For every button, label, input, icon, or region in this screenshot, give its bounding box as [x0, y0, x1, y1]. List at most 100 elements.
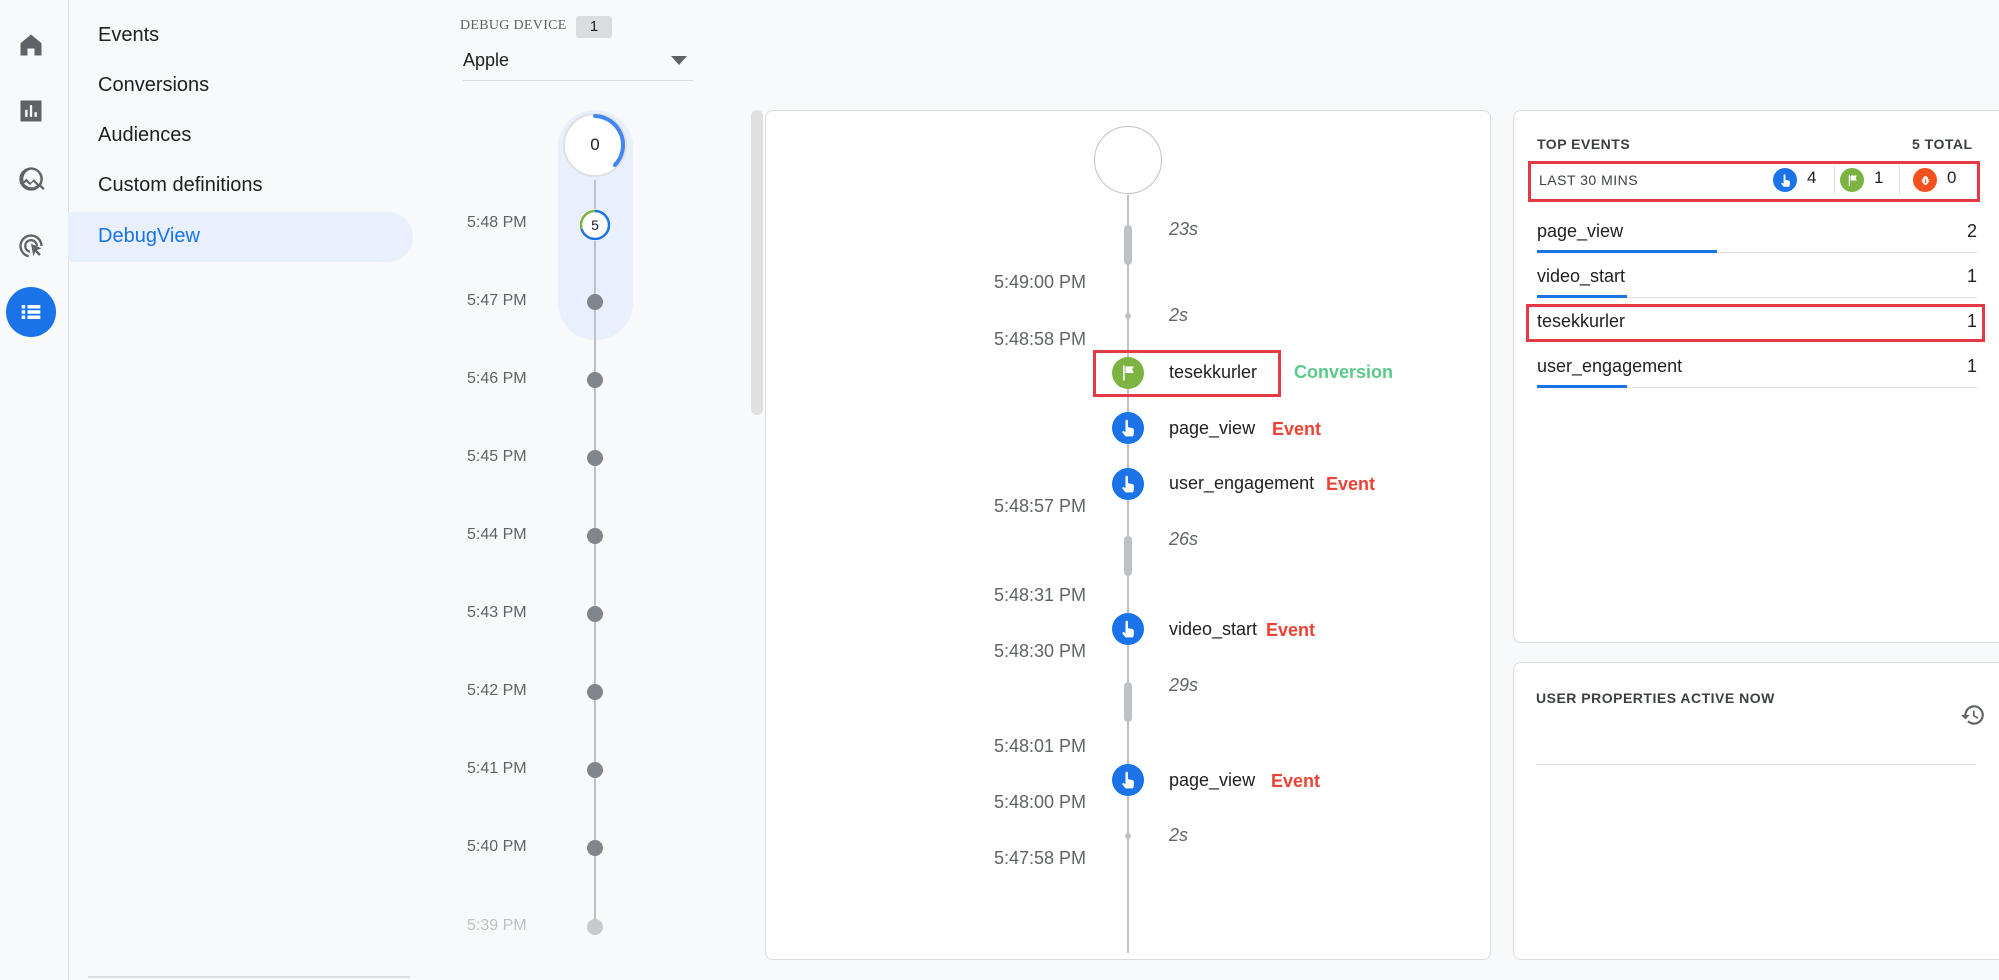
user-properties-card	[1513, 662, 1999, 960]
divider	[1834, 166, 1835, 194]
minute-dot[interactable]	[587, 294, 603, 310]
event-icon[interactable]	[1112, 613, 1144, 645]
event-timestamp: 5:48:01 PM	[993, 736, 1086, 756]
event-timestamp: 5:48:57 PM	[993, 496, 1086, 516]
event-timestamp: 5:48:58 PM	[993, 329, 1086, 349]
top-event-name[interactable]: video_start	[1537, 266, 1625, 287]
minute-label: 5:42 PM	[467, 682, 527, 699]
home-icon[interactable]	[10, 24, 52, 66]
event-icon[interactable]	[1112, 764, 1144, 796]
gap-duration: 2s	[1169, 305, 1189, 325]
user-properties-divider	[1536, 764, 1976, 765]
icon-rail	[0, 0, 69, 980]
advertising-icon[interactable]	[10, 225, 52, 267]
gap-duration: 2s	[1169, 825, 1189, 845]
minute-dot[interactable]	[587, 528, 603, 544]
event-type-label: Event	[1326, 474, 1376, 494]
event-timestamp: 5:48:00 PM	[993, 792, 1086, 812]
event-name[interactable]: tesekkurler	[1169, 362, 1257, 383]
debug-device-count-badge: 1	[576, 16, 612, 38]
conversion-count: 1	[1874, 168, 1884, 187]
debug-device-label: DEBUG DEVICE	[460, 18, 567, 33]
debug-device-value: Apple	[463, 50, 510, 70]
history-icon[interactable]	[1960, 702, 1986, 728]
gap-marker	[1124, 536, 1132, 576]
top-event-name[interactable]: tesekkurler	[1537, 311, 1625, 332]
user-properties-title: USER PROPERTIES ACTIVE NOW	[1536, 690, 1775, 706]
minute-label: 5:47 PM	[467, 292, 527, 309]
minute-dot[interactable]	[587, 919, 603, 935]
minute-label: 5:46 PM	[467, 370, 527, 387]
event-name[interactable]: user_engagement	[1169, 473, 1314, 494]
touch-icon	[1122, 771, 1134, 789]
touch-icon	[1122, 475, 1134, 493]
gap-duration: 26s	[1169, 529, 1199, 549]
event-icon[interactable]	[1112, 468, 1144, 500]
touch-icon	[1780, 173, 1790, 187]
flag-icon	[1123, 365, 1134, 381]
debug-device-select[interactable]: Apple	[463, 48, 693, 81]
minute-dot[interactable]	[587, 840, 603, 856]
minute-dot[interactable]	[587, 762, 603, 778]
minute-dot[interactable]	[587, 684, 603, 700]
reports-icon[interactable]	[10, 90, 52, 132]
top-event-share-bar	[1537, 385, 1627, 388]
top-event-name[interactable]: page_view	[1537, 221, 1623, 242]
minute-label: 5:45 PM	[467, 448, 527, 465]
event-timestamp: 5:47:58 PM	[993, 848, 1086, 868]
top-events-total: 5 TOTAL	[1912, 136, 1973, 152]
top-event-count: 1	[1966, 356, 1977, 376]
event-icon-conversion[interactable]	[1112, 357, 1144, 389]
chevron-down-icon	[671, 56, 687, 65]
event-name[interactable]: video_start	[1169, 619, 1257, 640]
counter-progress-arc	[593, 114, 626, 167]
divider	[1899, 166, 1900, 194]
minute-label: 5:43 PM	[467, 604, 527, 621]
minute-bubble-ring	[579, 209, 611, 241]
minute-dot[interactable]	[587, 372, 603, 388]
minute-label: 5:40 PM	[467, 838, 527, 855]
top-event-count: 1	[1966, 266, 1977, 286]
nav-item-custom-definitions[interactable]: Custom definitions	[98, 174, 263, 197]
top-events-title: TOP EVENTS	[1537, 136, 1631, 152]
nav-item-events[interactable]: Events	[98, 24, 159, 47]
touch-icon	[1122, 620, 1134, 638]
event-type-label: Event	[1271, 771, 1321, 791]
nav-item-conversions[interactable]: Conversions	[98, 74, 209, 97]
top-event-name[interactable]: user_engagement	[1537, 356, 1682, 377]
flag-icon	[1848, 174, 1857, 186]
nav-item-audiences[interactable]: Audiences	[98, 124, 191, 147]
nav-item-debugview[interactable]: DebugView	[98, 225, 200, 248]
event-timestamp: 5:48:30 PM	[993, 641, 1086, 661]
event-count-icon	[1773, 168, 1797, 192]
error-count: 0	[1947, 168, 1957, 187]
event-type-label: Conversion	[1294, 362, 1394, 382]
top-event-count: 2	[1966, 221, 1977, 241]
nav-divider	[88, 976, 410, 978]
gap-marker	[1124, 682, 1132, 722]
event-name[interactable]: page_view	[1169, 770, 1255, 791]
gap-marker	[1125, 313, 1131, 319]
event-timestamp: 5:49:00 PM	[993, 272, 1086, 292]
conversion-count-icon	[1840, 168, 1864, 192]
minute-dot[interactable]	[587, 450, 603, 466]
event-name[interactable]: page_view	[1169, 418, 1255, 439]
error-count-icon	[1913, 168, 1937, 192]
event-icon[interactable]	[1112, 412, 1144, 444]
period-label: LAST 30 MINS	[1539, 172, 1639, 188]
event-timestamp: 5:48:31 PM	[993, 585, 1086, 605]
bug-icon	[1921, 175, 1929, 185]
top-event-share-bar	[1537, 295, 1627, 298]
configure-icon[interactable]	[6, 287, 56, 337]
minute-timeline-scrollbar[interactable]	[751, 110, 763, 415]
minute-dot[interactable]	[587, 606, 603, 622]
touch-icon	[1122, 419, 1134, 437]
minute-label: 5:39 PM	[467, 917, 527, 934]
event-count: 4	[1807, 168, 1817, 187]
gap-duration: 23s	[1169, 219, 1199, 239]
explore-icon[interactable]	[10, 158, 52, 200]
gap-marker	[1124, 225, 1132, 265]
event-type-label: Event	[1272, 419, 1322, 439]
minute-label: 5:41 PM	[467, 760, 527, 777]
top-event-share-bar	[1537, 250, 1717, 253]
